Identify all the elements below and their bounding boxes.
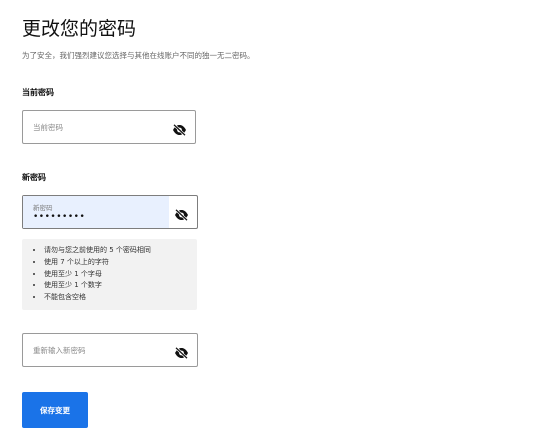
page-subtitle: 为了安全，我们强烈建议您选择与其他在线账户不同的独一无二密码。 <box>22 51 255 60</box>
page-title: 更改您的密码 <box>22 18 137 40</box>
confirm-password-placeholder: 重新输入新密码 <box>33 346 86 355</box>
confirm-password-field[interactable]: 重新输入新密码 <box>22 333 198 367</box>
change-password-page: 更改您的密码 为了安全，我们强烈建议您选择与其他在线账户不同的独一无二密码。 当… <box>0 0 560 445</box>
requirement-item: 使用至少 1 个数字 <box>44 280 197 292</box>
requirement-item: 使用 7 个以上的字符 <box>44 257 197 269</box>
requirement-item: 不能包含空格 <box>44 292 197 304</box>
current-password-placeholder: 当前密码 <box>33 123 63 132</box>
new-password-value: ••••••••• <box>33 212 86 222</box>
new-password-field[interactable]: 新密码 ••••••••• <box>22 195 198 229</box>
new-password-float-label: 新密码 <box>33 204 53 212</box>
eye-slash-icon[interactable] <box>174 344 189 360</box>
current-password-field[interactable]: 当前密码 <box>22 110 196 144</box>
eye-slash-icon[interactable] <box>174 206 189 222</box>
save-changes-button[interactable]: 保存变更 <box>22 392 88 428</box>
password-requirements: 请勿与您之前使用的 5 个密码相同 使用 7 个以上的字符 使用至少 1 个字母… <box>22 239 197 310</box>
requirement-item: 请勿与您之前使用的 5 个密码相同 <box>44 245 197 257</box>
new-password-label: 新密码 <box>22 173 46 182</box>
current-password-label: 当前密码 <box>22 88 54 97</box>
requirement-item: 使用至少 1 个字母 <box>44 269 197 281</box>
eye-slash-icon[interactable] <box>172 121 187 137</box>
